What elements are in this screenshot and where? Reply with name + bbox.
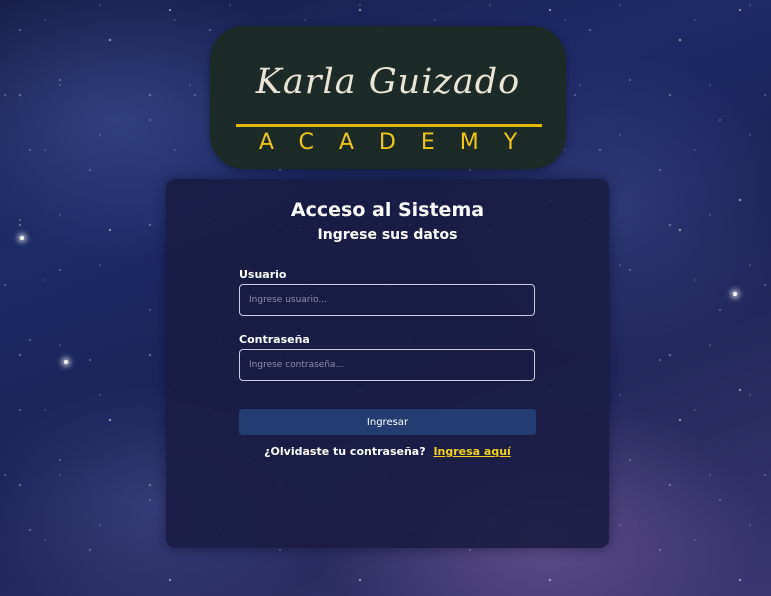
bright-star: [20, 236, 24, 240]
logo-academy-text: ACADEMY: [258, 130, 543, 155]
forgot-password-text: ¿Olvidaste tu contraseña?: [264, 445, 426, 458]
login-subtitle: Ingrese sus datos: [317, 227, 458, 243]
logo-divider: [236, 124, 542, 127]
password-input[interactable]: [239, 349, 535, 381]
username-label: Usuario: [239, 268, 287, 281]
forgot-password-link[interactable]: Ingresa aquí: [433, 445, 510, 458]
login-title: Acceso al Sistema: [290, 199, 485, 221]
login-submit-button[interactable]: Ingresar: [239, 409, 536, 435]
login-card: Acceso al Sistema Ingrese sus datos Usua…: [166, 179, 609, 548]
password-label: Contraseña: [239, 333, 310, 346]
bright-star: [64, 360, 68, 364]
academy-logo: Karla Guizado ACADEMY: [210, 26, 566, 169]
bright-star: [733, 292, 737, 296]
logo-script-text: Karla Guizado: [255, 62, 521, 102]
username-input[interactable]: [239, 284, 535, 316]
forgot-password-row: ¿Olvidaste tu contraseña? Ingresa aquí: [166, 445, 609, 458]
